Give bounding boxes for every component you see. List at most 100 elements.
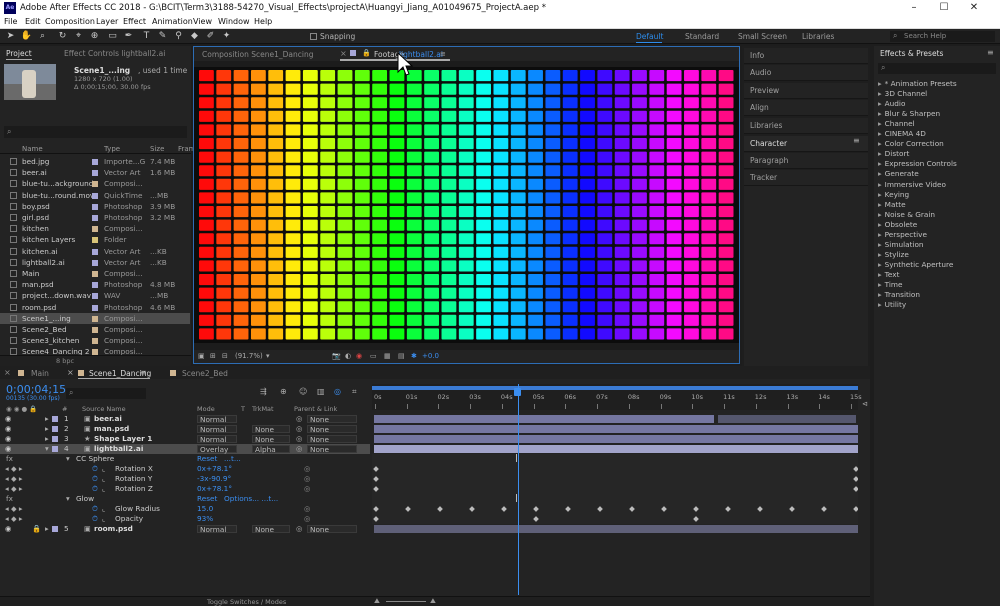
expand-arrow-icon[interactable]: ▸ xyxy=(45,524,49,534)
effect-row[interactable]: fx ▾ CC Sphere Reset ...t... xyxy=(0,454,370,464)
menu-view[interactable]: View xyxy=(193,17,212,26)
tab-effect-controls[interactable]: Effect Controls lightball2.ai xyxy=(64,48,165,60)
expand-arrow-icon[interactable]: ▾ xyxy=(66,454,70,464)
lock-icon[interactable]: 🔒 xyxy=(32,524,41,534)
stopwatch-icon[interactable]: ⏱ xyxy=(92,514,98,524)
panel-libraries[interactable]: Libraries xyxy=(744,118,868,134)
exposure-icon[interactable]: ✱ xyxy=(411,352,417,360)
effects-category[interactable]: ▸ Channel xyxy=(878,119,915,128)
visibility-eye-icon[interactable]: ◉ xyxy=(5,524,11,534)
trkmat-dropdown[interactable]: None xyxy=(252,435,290,443)
close-tab-icon[interactable]: × xyxy=(340,49,347,58)
expression-pickwhip-icon[interactable]: ◎ xyxy=(304,464,310,474)
stopwatch-icon[interactable]: ⏱ xyxy=(92,484,98,494)
effects-category[interactable]: ▸ Utility xyxy=(878,300,906,309)
playhead[interactable] xyxy=(517,384,519,595)
prev-keyframe-icon[interactable]: ◂ ◆ ▸ xyxy=(5,474,23,484)
parent-dropdown[interactable]: None xyxy=(307,525,357,533)
panel-preview[interactable]: Preview xyxy=(744,83,868,99)
mode-dropdown[interactable]: Normal xyxy=(197,425,237,433)
label-color[interactable] xyxy=(92,159,98,165)
tab-menu-icon[interactable]: ≡ xyxy=(140,368,147,377)
effects-category[interactable]: ▸ Distort xyxy=(878,149,909,158)
av-features-icon[interactable]: ◉ ◉ ● 🔒 xyxy=(6,404,37,414)
graph-editor-icon[interactable]: ⌗ xyxy=(352,387,357,397)
list-item[interactable]: blue-tu...round.mov QuickTime ...MB xyxy=(0,190,190,201)
project-search-input[interactable] xyxy=(4,126,187,138)
type-tool-icon[interactable]: T xyxy=(140,30,153,43)
layer-row[interactable]: ◉ ▸ 3 ★ Shape Layer 1 Normal None ◎ None xyxy=(0,434,370,444)
parent-dropdown[interactable]: None xyxy=(307,445,357,453)
panel-tracker[interactable]: Tracker xyxy=(744,170,868,186)
effects-category[interactable]: ▸ Simulation xyxy=(878,240,924,249)
label-color[interactable] xyxy=(92,226,98,233)
label-color[interactable] xyxy=(92,170,98,177)
property-row[interactable]: ◂ ◆ ▸ ⏱ ⌞ Rotation Y -3x-90.9° ◎ xyxy=(0,474,370,484)
work-area-bar[interactable] xyxy=(372,386,858,390)
close-tab-icon[interactable]: × xyxy=(4,368,11,377)
menu-composition[interactable]: Composition xyxy=(45,17,95,26)
clone-stamp-tool-icon[interactable]: ⚲ xyxy=(172,30,185,43)
mode-dropdown[interactable]: Overlay xyxy=(197,445,237,453)
list-item[interactable]: project...down.wav WAV ...MB xyxy=(0,290,190,301)
prev-keyframe-icon[interactable]: ◂ ◆ ▸ xyxy=(5,484,23,494)
timeline-search-input[interactable] xyxy=(66,388,146,399)
lock-icon[interactable]: 🔒 xyxy=(362,49,371,57)
effect-row[interactable]: fx ▾ Glow Reset Options... ...t... xyxy=(0,494,370,504)
label-color[interactable] xyxy=(52,426,58,432)
parent-dropdown[interactable]: None xyxy=(307,425,357,433)
visibility-eye-icon[interactable]: ◉ xyxy=(5,434,11,444)
frame-blending-icon[interactable]: ▥ xyxy=(317,387,325,396)
expression-pickwhip-icon[interactable]: ◎ xyxy=(304,484,310,494)
mode-dropdown[interactable]: Normal xyxy=(197,415,237,423)
eraser-tool-icon[interactable]: ◆ xyxy=(188,30,201,43)
list-item[interactable]: blue-tu...ackground Composi... xyxy=(0,178,190,189)
effects-category[interactable]: ▸ Expression Controls xyxy=(878,159,957,168)
menu-window[interactable]: Window xyxy=(218,17,250,26)
effect-reset-button[interactable]: Reset xyxy=(197,494,217,504)
time-ruler[interactable]: 0s 01s 02s 03s 04s 05s 06s 07s 08s 09s 10s 11s 12s 13… xyxy=(372,384,862,410)
menu-layer[interactable]: Layer xyxy=(96,17,118,26)
prev-keyframe-icon[interactable]: ◂ ◆ ▸ xyxy=(5,464,23,474)
minimize-button[interactable]: – xyxy=(906,2,922,14)
label-color[interactable] xyxy=(52,526,58,532)
mode-dropdown[interactable]: Normal xyxy=(197,435,237,443)
expression-pickwhip-icon[interactable]: ◎ xyxy=(304,474,310,484)
pan-behind-tool-icon[interactable]: ⊕ xyxy=(88,30,101,43)
layer-duration-bar[interactable] xyxy=(374,435,858,443)
region-of-interest-icon[interactable]: ▭ xyxy=(370,352,377,360)
effects-category[interactable]: ▸ Audio xyxy=(878,99,905,108)
visibility-eye-icon[interactable]: ◉ xyxy=(5,444,11,454)
pickwhip-icon[interactable]: ◎ xyxy=(296,434,302,444)
label-color[interactable] xyxy=(92,293,98,300)
label-color[interactable] xyxy=(92,304,98,311)
rotate-tool-icon[interactable]: ↻ xyxy=(56,30,69,43)
pickwhip-icon[interactable]: ◎ xyxy=(296,424,302,434)
workspace-libraries[interactable]: Libraries xyxy=(802,32,834,41)
workspace-standard[interactable]: Standard xyxy=(685,32,719,41)
fx-icon[interactable]: fx xyxy=(6,454,13,464)
rectangle-tool-icon[interactable]: ▭ xyxy=(106,30,119,43)
column-type[interactable]: Type xyxy=(104,145,120,153)
effects-category[interactable]: ▸ Text xyxy=(878,270,899,279)
property-row[interactable]: ◂ ◆ ▸ ⏱ ⌞ Glow Radius 15.0 ◎ xyxy=(0,504,370,514)
layer-name[interactable]: Shape Layer 1 xyxy=(94,434,152,444)
stopwatch-icon[interactable]: ⏱ xyxy=(92,464,98,474)
effects-category[interactable]: ▸ Immersive Video xyxy=(878,180,946,189)
effects-category[interactable]: ▸ Obsolete xyxy=(878,220,917,229)
tab-menu-icon[interactable]: ≡ xyxy=(440,50,446,58)
effects-category[interactable]: ▸ Blur & Sharpen xyxy=(878,109,940,118)
effects-category[interactable]: ▸ Transition xyxy=(878,290,920,299)
close-button[interactable]: ✕ xyxy=(966,2,982,14)
property-row[interactable]: ◂ ◆ ▸ ⏱ ⌞ Rotation X 0x+78.1° ◎ xyxy=(0,464,370,474)
roto-brush-tool-icon[interactable]: ✐ xyxy=(204,30,217,43)
effects-category[interactable]: ▸ Generate xyxy=(878,169,919,178)
property-row[interactable]: ◂ ◆ ▸ ⏱ ⌞ Rotation Z 0x+78.1° ◎ xyxy=(0,484,370,494)
safe-zone-icon[interactable]: ⊟ xyxy=(222,352,228,360)
panel-paragraph[interactable]: Paragraph xyxy=(744,153,868,169)
list-item[interactable]: boy.psd Photoshop 3.9 MB xyxy=(0,201,190,212)
effects-search-input[interactable] xyxy=(878,63,996,74)
label-color[interactable] xyxy=(92,248,98,255)
list-item[interactable]: kitchen Composi... xyxy=(0,223,190,234)
channels-icon[interactable]: ◉ xyxy=(356,352,362,360)
